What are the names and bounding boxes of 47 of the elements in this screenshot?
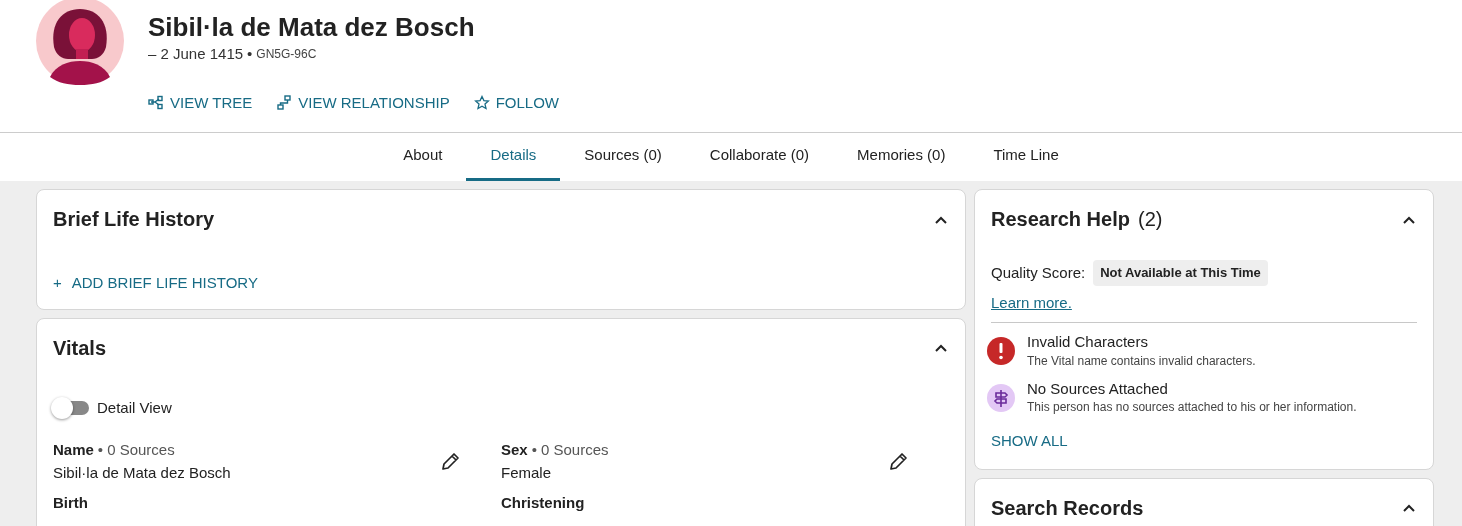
issue-title: Invalid Characters — [1027, 332, 1149, 352]
fact-label: Sex — [501, 441, 528, 458]
quality-badge: Not Available at This Time — [1093, 260, 1268, 286]
star-icon — [473, 94, 490, 111]
card-title: Research Help — [991, 207, 1130, 232]
signpost-icon — [987, 383, 1015, 412]
card-title: Brief Life History — [53, 207, 215, 232]
fact-label: Name — [53, 441, 94, 458]
relationship-icon — [276, 94, 293, 111]
person-id: GN5G-96C — [256, 46, 317, 64]
action-link[interactable]: VIEW TREE — [148, 91, 253, 115]
tab[interactable]: Sources (0) — [560, 133, 686, 181]
avatar-silhouette-icon — [36, 0, 124, 85]
edit-pencil-icon[interactable] — [887, 450, 909, 473]
show-all-link[interactable]: SHOW ALL — [991, 430, 1068, 453]
issue-count: (2) — [1137, 207, 1163, 232]
tab[interactable]: Details — [466, 133, 561, 181]
fact-value: Female — [501, 462, 553, 483]
fact-value: Sibil·la de Mata dez Bosch — [53, 462, 231, 483]
add-life-history-link[interactable]: + ADD BRIEF LIFE HISTORY — [53, 272, 258, 295]
card-title: Vitals — [53, 335, 106, 361]
source-count: 0 Sources — [107, 441, 175, 458]
separator-dot: • — [97, 441, 104, 458]
life-dates: – 2 June 1415 — [148, 44, 244, 65]
action-link[interactable]: VIEW RELATIONSHIP — [276, 91, 450, 115]
tree-icon — [148, 94, 164, 111]
tab[interactable]: Memories (0) — [833, 133, 970, 181]
action-link[interactable]: FOLLOW — [473, 91, 559, 115]
tab[interactable]: Collaborate (0) — [685, 133, 834, 181]
separator-dot: • — [531, 441, 537, 458]
error-icon — [987, 337, 1015, 365]
learn-more-link[interactable]: Learn more. — [991, 291, 1072, 314]
quality-label: Quality Score: — [991, 262, 1086, 283]
fact-label: Christening — [501, 494, 585, 511]
tab[interactable]: About — [379, 133, 467, 181]
edit-pencil-icon[interactable] — [439, 450, 461, 473]
issue-title: No Sources Attached — [1027, 378, 1169, 399]
issue-description: This person has no sources attached to his or her information. — [1027, 399, 1357, 416]
separator-dot: • — [247, 44, 253, 65]
fact-label: Birth — [53, 494, 88, 511]
toggle-label: Detail View — [97, 397, 172, 418]
issue-description: The Vital name contains invalid characters. — [1027, 352, 1256, 370]
plus-icon: + — [53, 272, 62, 295]
card-title: Search Records — [991, 495, 1144, 521]
source-count: 0 Sources — [540, 441, 609, 458]
tab[interactable]: Time Line — [969, 133, 1083, 181]
person-name: Sibil·la de Mata dez Bosch — [148, 12, 476, 44]
